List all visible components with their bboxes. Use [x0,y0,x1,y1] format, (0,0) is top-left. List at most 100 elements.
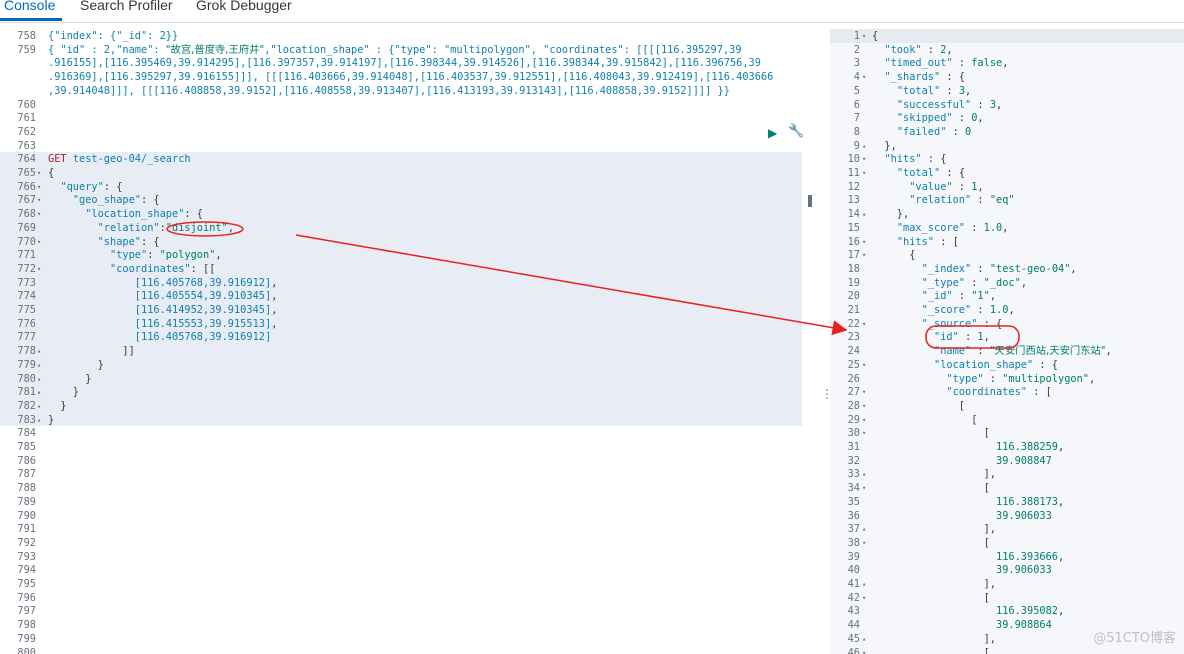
fold-toggle-icon[interactable]: ▴ [862,633,866,647]
fold-toggle-icon[interactable]: ▾ [37,236,41,250]
editor-line[interactable]: 776 [116.415553,39.915513], [0,318,802,332]
output-line[interactable]: 6 "successful" : 3, [830,99,1184,113]
output-line[interactable]: 31 116.388259, [830,441,1184,455]
editor-line[interactable]: 762 [0,126,802,140]
fold-toggle-icon[interactable]: ▴ [37,345,41,359]
fold-toggle-icon[interactable]: ▴ [37,373,41,387]
fold-toggle-icon[interactable]: ▴ [862,523,866,537]
output-line[interactable]: 13 "relation" : "eq" [830,194,1184,208]
fold-toggle-icon[interactable]: ▾ [862,249,866,263]
editor-line[interactable]: ,39.914048]]], [[[116.408858,39.9152],[1… [0,85,802,99]
editor-line[interactable]: 766 ▾ "query": { [0,181,802,195]
output-line[interactable]: 28 ▾ [ [830,400,1184,414]
fold-toggle-icon[interactable]: ▴ [37,359,41,373]
editor-line[interactable]: .916369],[116.395297,39.916155]]], [[[11… [0,71,802,85]
editor-line[interactable]: 775 [116.414952,39.910345], [0,304,802,318]
output-line[interactable]: 1 ▾ { [830,30,1184,44]
editor-line[interactable]: 786 [0,455,802,469]
output-line[interactable]: 17 ▾ { [830,249,1184,263]
output-line[interactable]: 34 ▾ [ [830,482,1184,496]
editor-line[interactable]: 788 [0,482,802,496]
editor-line[interactable]: 790 [0,510,802,524]
fold-toggle-icon[interactable]: ▴ [862,208,866,222]
editor-line[interactable]: 777 [116.405768,39.916912] [0,331,802,345]
output-line[interactable]: 9 ▴ }, [830,140,1184,154]
fold-toggle-icon[interactable]: ▾ [862,167,866,181]
editor-line[interactable]: 778 ▴ ]] [0,345,802,359]
output-line[interactable]: 12 "value" : 1, [830,181,1184,195]
request-editor[interactable]: 758 {"index": {"_id": 2}} 759 { "id" : 2,"n… [0,29,812,654]
fold-toggle-icon[interactable]: ▴ [862,468,866,482]
output-line[interactable]: 41 ▴ ], [830,578,1184,592]
output-line[interactable]: 2 "took" : 2, [830,44,1184,58]
editor-line[interactable]: 759 { "id" : 2,"name": "故宫,普度寺,王府井","loca… [0,44,802,58]
editor-line[interactable]: 798 [0,619,802,633]
output-line[interactable]: 35 116.388173, [830,496,1184,510]
fold-toggle-icon[interactable]: ▾ [37,194,41,208]
output-line[interactable]: 24 "name" : "天安门西站,天安门东站", [830,345,1184,359]
wrench-icon[interactable]: 🔧 [788,124,804,139]
editor-line[interactable]: 765 ▾ { [0,167,802,181]
editor-line[interactable]: 774 [116.405554,39.910345], [0,290,802,304]
output-line[interactable]: 39 116.393666, [830,551,1184,565]
editor-scrollbar[interactable] [808,195,812,207]
output-line[interactable]: 4 ▾ "_shards" : { [830,71,1184,85]
output-line[interactable]: 21 "_score" : 1.0, [830,304,1184,318]
output-line[interactable]: 40 39.906033 [830,564,1184,578]
fold-toggle-icon[interactable]: ▾ [862,359,866,373]
fold-toggle-icon[interactable]: ▾ [862,592,866,606]
editor-line[interactable]: 758 {"index": {"_id": 2}} [0,30,802,44]
editor-line[interactable]: 772 ▾ "coordinates": [[ [0,263,802,277]
output-line[interactable]: 26 "type" : "multipolygon", [830,373,1184,387]
editor-line[interactable]: 795 [0,578,802,592]
editor-line[interactable]: 779 ▴ } [0,359,802,373]
editor-line[interactable]: 761 [0,112,802,126]
output-line[interactable]: 23 "id" : 1, [830,331,1184,345]
output-line[interactable]: 5 "total" : 3, [830,85,1184,99]
fold-toggle-icon[interactable]: ▾ [37,181,41,195]
output-line[interactable]: 16 ▾ "hits" : [ [830,236,1184,250]
editor-line[interactable]: 783 ▴} [0,414,802,428]
fold-toggle-icon[interactable]: ▴ [862,578,866,592]
fold-toggle-icon[interactable]: ▾ [862,427,866,441]
fold-toggle-icon[interactable]: ▾ [37,263,41,277]
editor-line[interactable]: 782 ▴ } [0,400,802,414]
editor-line[interactable]: 793 [0,551,802,565]
output-line[interactable]: 42 ▾ [ [830,592,1184,606]
output-line[interactable]: 36 39.906033 [830,510,1184,524]
editor-line[interactable]: 768 ▾ "location_shape": { [0,208,802,222]
fold-toggle-icon[interactable]: ▾ [862,414,866,428]
editor-line[interactable]: 760 [0,99,802,113]
fold-toggle-icon[interactable]: ▾ [862,482,866,496]
output-line[interactable]: 37 ▴ ], [830,523,1184,537]
response-panel[interactable]: 1 ▾{2 "took" : 2, 3 "timed_out" : false, 4 ▾… [830,29,1184,654]
fold-toggle-icon[interactable]: ▾ [862,537,866,551]
editor-line[interactable]: 792 [0,537,802,551]
editor-line[interactable]: .916155],[116.395469,39.914295],[116.397… [0,57,802,71]
fold-toggle-icon[interactable]: ▾ [862,30,866,44]
output-line[interactable]: 18 "_index" : "test-geo-04", [830,263,1184,277]
output-line[interactable]: 8 "failed" : 0 [830,126,1184,140]
fold-toggle-icon[interactable]: ▾ [862,400,866,414]
fold-toggle-icon[interactable]: ▾ [862,71,866,85]
fold-toggle-icon[interactable]: ▾ [862,236,866,250]
fold-toggle-icon[interactable]: ▾ [862,386,866,400]
output-line[interactable]: 7 "skipped" : 0, [830,112,1184,126]
output-line[interactable]: 10 ▾ "hits" : { [830,153,1184,167]
editor-line[interactable]: 787 [0,468,802,482]
output-line[interactable]: 43 116.395082, [830,605,1184,619]
fold-toggle-icon[interactable]: ▾ [37,167,41,181]
output-line[interactable]: 29 ▾ [ [830,414,1184,428]
output-line[interactable]: 15 "max_score" : 1.0, [830,222,1184,236]
editor-line[interactable]: 794 [0,564,802,578]
tab-search-profiler[interactable]: Search Profiler [80,0,173,20]
output-line[interactable]: 14 ▴ }, [830,208,1184,222]
fold-toggle-icon[interactable]: ▴ [862,140,866,154]
editor-line[interactable]: 796 [0,592,802,606]
output-line[interactable]: 11 ▾ "total" : { [830,167,1184,181]
editor-line[interactable]: 781 ▴ } [0,386,802,400]
editor-line[interactable]: 791 [0,523,802,537]
output-line[interactable]: 38 ▾ [ [830,537,1184,551]
editor-line[interactable]: 785 [0,441,802,455]
editor-line[interactable]: 764 GET test-geo-04/_search [0,153,802,167]
